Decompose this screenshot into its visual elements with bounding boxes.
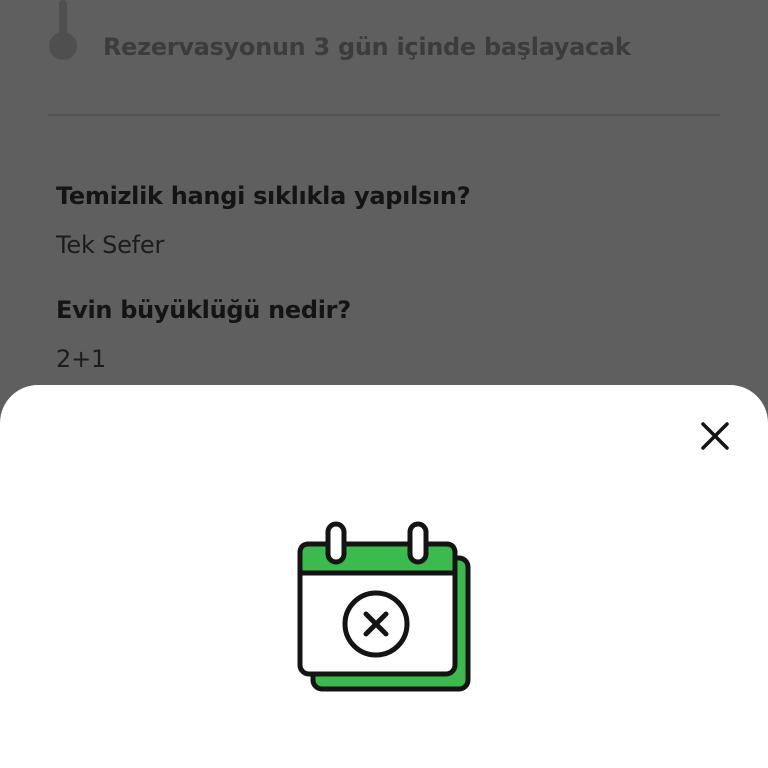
close-button[interactable] <box>696 417 734 455</box>
close-icon <box>701 422 729 450</box>
divider <box>48 114 720 116</box>
frequency-question: Temizlik hangi sıklıkla yapılsın? <box>56 182 471 210</box>
screen: Rezervasyonun 3 gün içinde başlayacak Te… <box>0 0 768 768</box>
calendar-cancel-icon <box>292 518 476 698</box>
timeline-item-text: Rezervasyonun 3 gün içinde başlayacak <box>103 33 631 61</box>
home-size-answer: 2+1 <box>56 345 107 373</box>
timeline-line <box>59 0 67 34</box>
timeline-dot <box>49 32 77 60</box>
frequency-answer: Tek Sefer <box>56 231 165 259</box>
home-size-question: Evin büyüklüğü nedir? <box>56 296 351 324</box>
